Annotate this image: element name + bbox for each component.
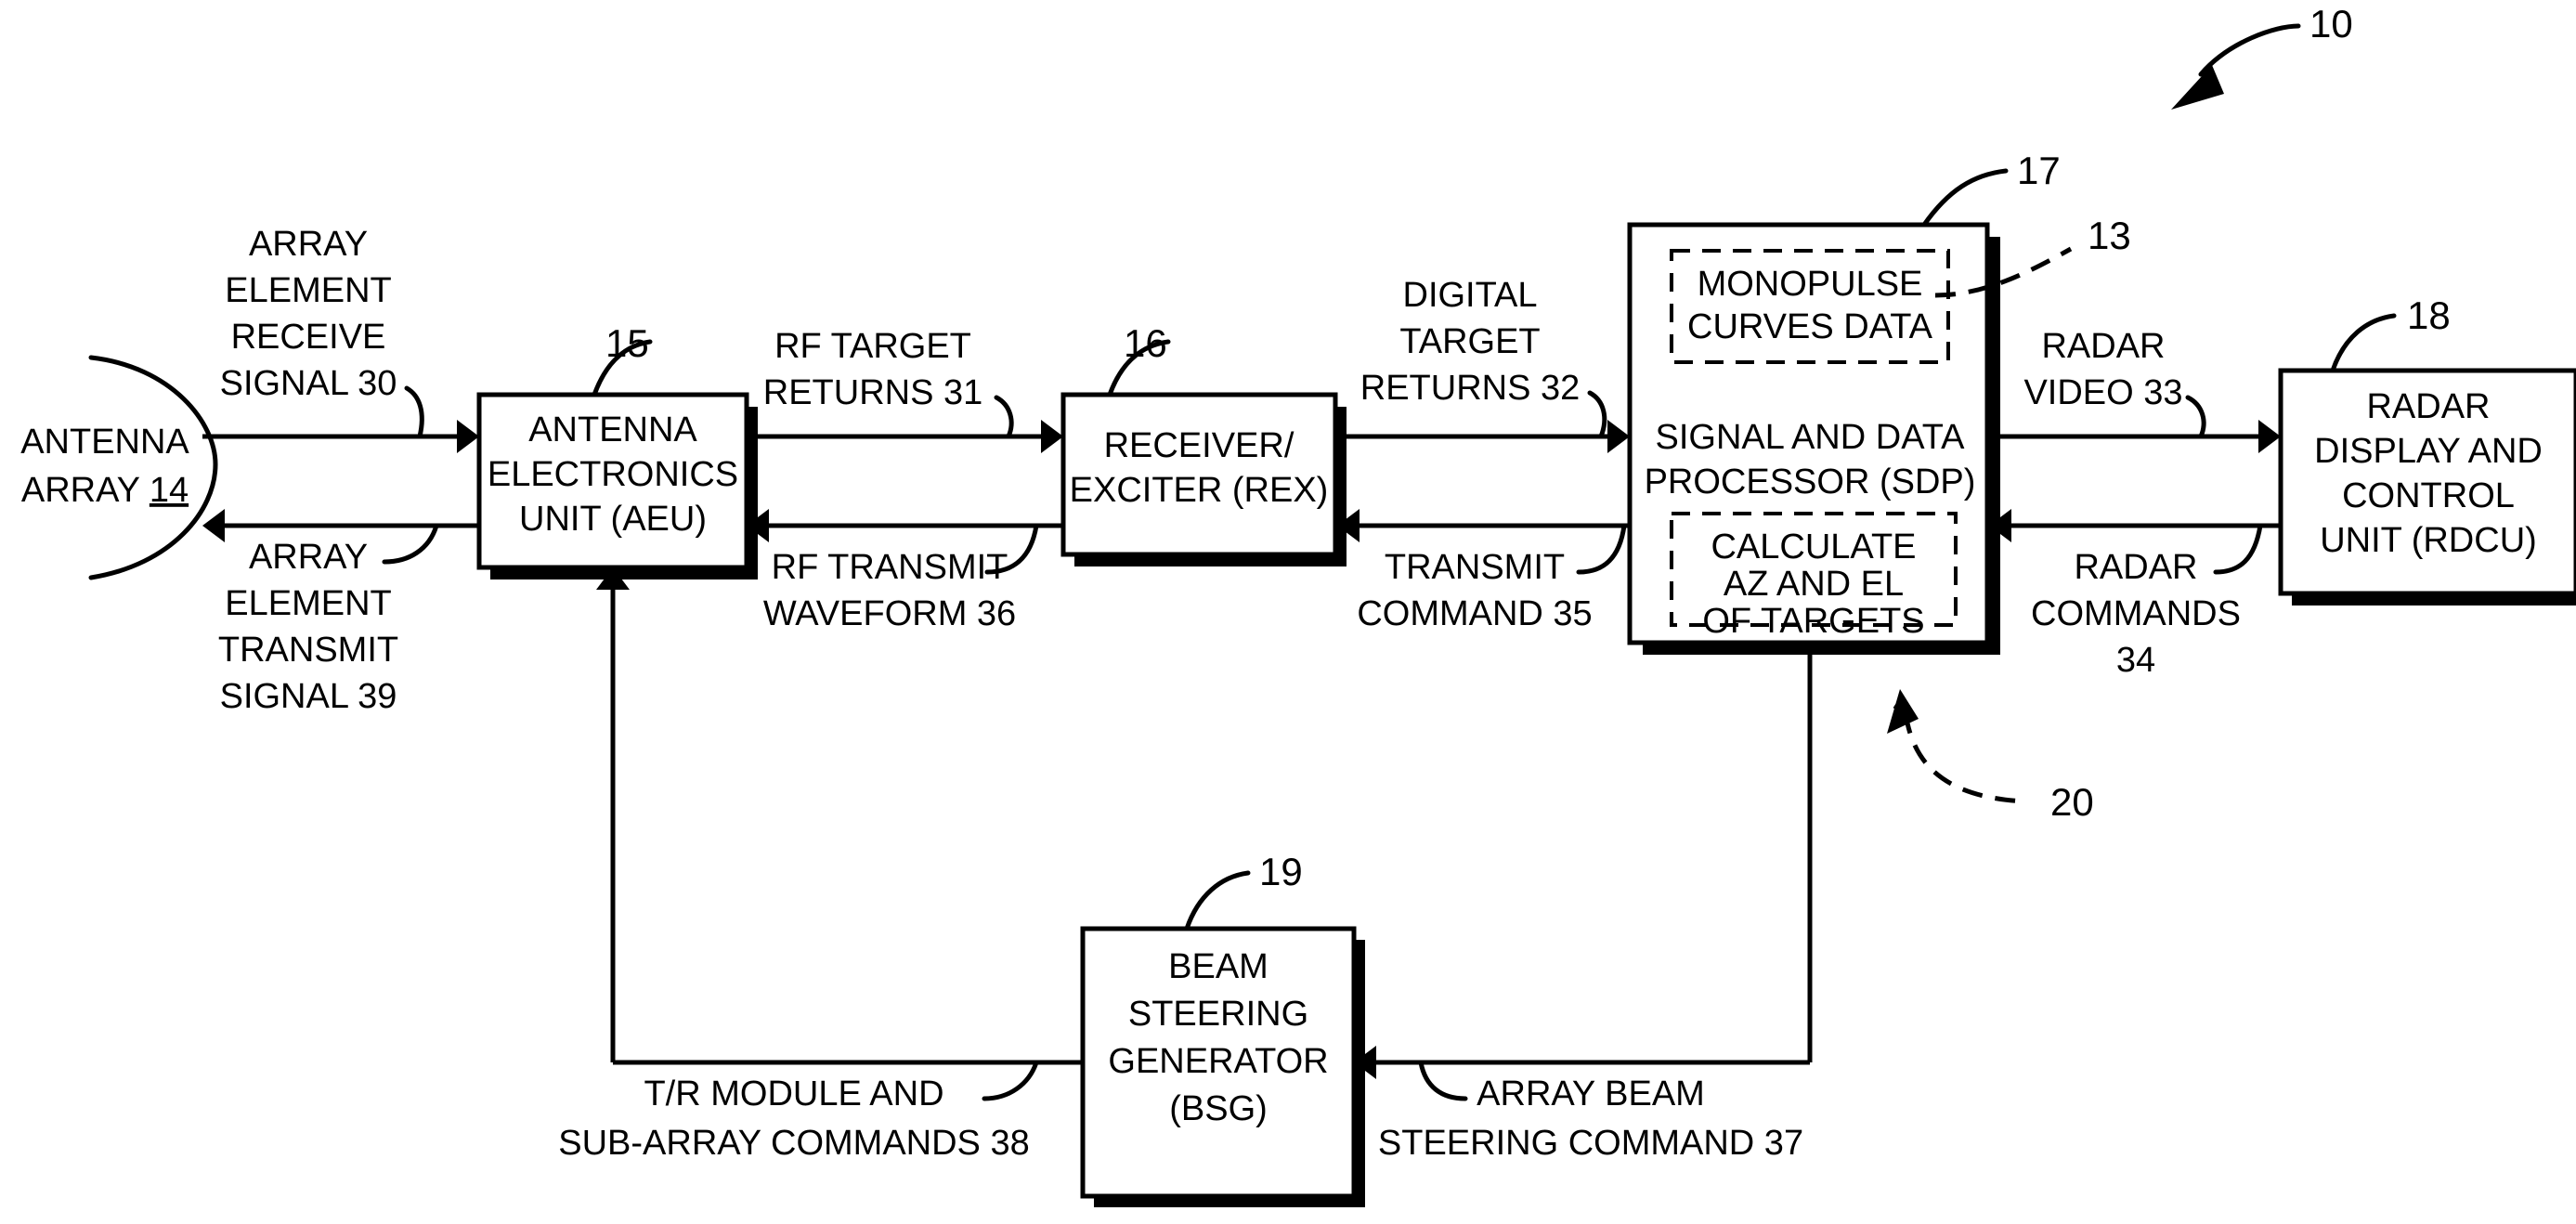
aeu-ref-15-label: 15 <box>605 321 649 365</box>
label-radar-commands-line3: 34 <box>2116 641 2155 680</box>
label-array-element-transmit-signal-line3: TRANSMIT <box>218 631 398 670</box>
rdcu-label-line2: DISPLAY AND <box>2314 432 2543 471</box>
antenna-array-label-line2: ARRAY 14 <box>21 471 189 510</box>
rex-label-line2: EXCITER (REX) <box>1070 471 1329 510</box>
label-radar-commands-line2: COMMANDS <box>2031 594 2241 633</box>
label-array-element-receive-signal-line4: SIGNAL 30 <box>220 364 397 403</box>
leader-signal-33 <box>2185 395 2206 439</box>
sdp-ref-17-leader <box>1921 168 2009 228</box>
label-rf-transmit-waveform-line2: WAVEFORM 36 <box>763 594 1016 633</box>
label-radar-video-line2: VIDEO 33 <box>2023 373 2182 412</box>
wire-radar-commands <box>1989 509 2281 542</box>
label-rf-target-returns-line2: RETURNS 31 <box>763 373 983 412</box>
figure-canvas: 10 ANTENNA ARRAY 14 ANTENNA ELECTRONICS … <box>0 0 2576 1224</box>
block-diagram-svg: 10 ANTENNA ARRAY 14 ANTENNA ELECTRONICS … <box>20 2 2576 1207</box>
calculate-ref-20-leader <box>1887 689 2025 804</box>
leader-signal-31 <box>994 395 1014 439</box>
antenna-array-label-line1: ANTENNA <box>20 423 189 462</box>
sdp-label-line1: SIGNAL AND DATA <box>1656 418 1966 457</box>
wire-array-element-receive-signal <box>202 420 479 453</box>
wire-rf-transmit-waveform <box>747 509 1063 542</box>
rex-ref-16-label: 16 <box>1124 321 1167 365</box>
rex-label-line1: RECEIVER/ <box>1104 426 1295 465</box>
label-digital-target-returns-line3: RETURNS 32 <box>1360 369 1581 408</box>
aeu-label-line1: ANTENNA <box>528 410 697 449</box>
label-rf-transmit-waveform-line1: RF TRANSMIT <box>772 548 1008 587</box>
label-array-beam-steering-line2: STEERING COMMAND 37 <box>1378 1124 1803 1163</box>
antenna-array-shape <box>88 355 218 580</box>
monopulse-ref-13-label: 13 <box>2088 214 2131 257</box>
bsg-label-line2: STEERING <box>1128 995 1308 1034</box>
figure-ref-10-label: 10 <box>2309 2 2353 46</box>
label-array-element-transmit-signal-line2: ELEMENT <box>225 584 391 623</box>
bsg-ref-19-leader <box>1184 870 1251 931</box>
leader-signal-37 <box>1418 1060 1468 1101</box>
label-array-beam-steering-line1: ARRAY BEAM <box>1477 1074 1705 1113</box>
rdcu-label-line1: RADAR <box>2366 387 2490 426</box>
monopulse-label-line1: MONOPULSE <box>1698 265 1923 304</box>
label-digital-target-returns-line2: TARGET <box>1399 322 1540 361</box>
rdcu-label-line3: CONTROL <box>2342 476 2515 515</box>
wire-transmit-command <box>1337 509 1630 542</box>
calc-label-line1: CALCULATE <box>1711 527 1916 566</box>
wire-rf-target-returns <box>747 420 1063 453</box>
wire-radar-video <box>1989 420 2281 453</box>
rdcu-ref-18-label: 18 <box>2407 293 2451 337</box>
wire-tr-module-subarray-commands <box>596 567 1083 1065</box>
rdcu-label-line4: UNIT (RDCU) <box>2320 521 2537 560</box>
label-radar-commands-line1: RADAR <box>2074 548 2197 587</box>
leader-signal-34 <box>2213 523 2263 575</box>
bsg-ref-19-label: 19 <box>1259 850 1303 893</box>
label-tr-module-line2: SUB-ARRAY COMMANDS 38 <box>558 1124 1029 1163</box>
calc-label-line2: AZ AND EL <box>1724 565 1904 604</box>
leader-signal-30 <box>404 385 424 439</box>
monopulse-label-line2: CURVES DATA <box>1687 307 1933 346</box>
label-tr-module-line1: T/R MODULE AND <box>644 1074 943 1113</box>
bsg-label-line3: GENERATOR <box>1108 1042 1328 1081</box>
wire-digital-target-returns <box>1337 420 1630 453</box>
label-array-element-receive-signal-line2: ELEMENT <box>225 271 391 310</box>
calc-label-line3: OF TARGETS <box>1702 602 1924 641</box>
wire-array-beam-steering-command <box>1354 643 1813 1079</box>
label-digital-target-returns-line1: DIGITAL <box>1403 276 1538 315</box>
sdp-label-line2: PROCESSOR (SDP) <box>1645 462 1976 501</box>
rdcu-ref-18-leader <box>2330 313 2397 373</box>
figure-ref-10-leader <box>2171 23 2301 110</box>
sdp-ref-17-label: 17 <box>2017 149 2061 192</box>
label-array-element-receive-signal-line3: RECEIVE <box>231 318 386 357</box>
bsg-label-line1: BEAM <box>1168 947 1268 986</box>
label-rf-target-returns-line1: RF TARGET <box>774 327 971 366</box>
bsg-label-line4: (BSG) <box>1169 1089 1268 1128</box>
leader-signal-39 <box>382 523 439 565</box>
leader-signal-38 <box>982 1060 1039 1101</box>
aeu-label-line3: UNIT (AEU) <box>519 500 707 539</box>
label-transmit-command-line2: COMMAND 35 <box>1357 594 1592 633</box>
label-radar-video-line1: RADAR <box>2041 327 2165 366</box>
label-array-element-receive-signal-line1: ARRAY <box>249 225 368 264</box>
label-array-element-transmit-signal-line4: SIGNAL 39 <box>220 677 397 716</box>
leader-signal-32 <box>1587 390 1607 439</box>
calculate-ref-20-label: 20 <box>2050 780 2094 824</box>
aeu-label-line2: ELECTRONICS <box>488 455 738 494</box>
leader-signal-35 <box>1576 523 1627 575</box>
label-array-element-transmit-signal-line1: ARRAY <box>249 538 368 577</box>
label-transmit-command-line1: TRANSMIT <box>1385 548 1565 587</box>
